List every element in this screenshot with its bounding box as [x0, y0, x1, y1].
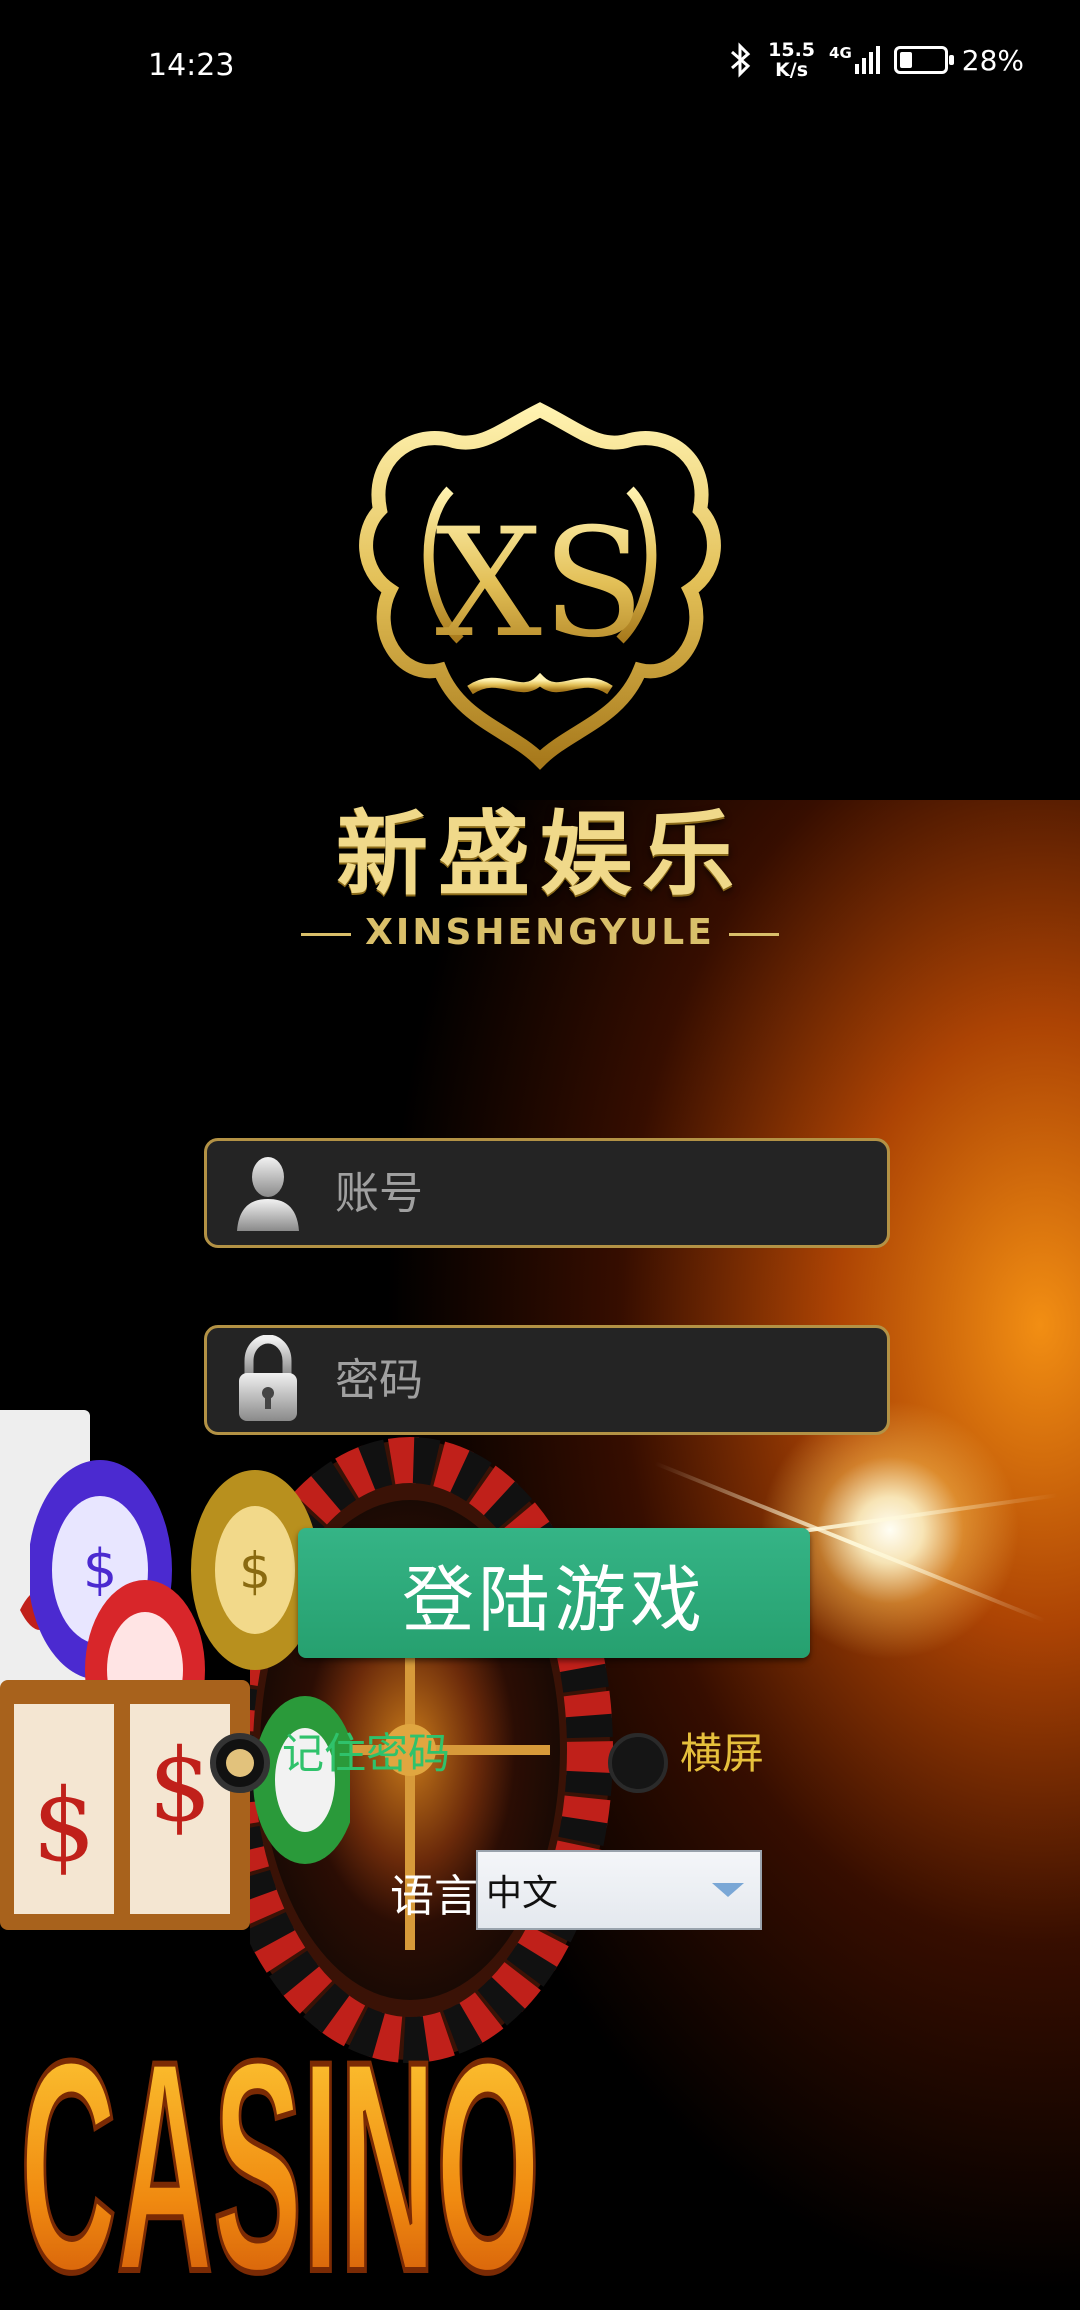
network-speed: 15.5 K/s: [768, 40, 815, 80]
battery-icon: [893, 46, 954, 74]
account-input[interactable]: [333, 1166, 857, 1220]
remember-password-radio[interactable]: [210, 1733, 270, 1793]
status-bar: 14:23 15.5 K/s 4G 28%: [0, 0, 1080, 130]
user-icon: [223, 1148, 313, 1238]
subtitle-dash-left: [301, 932, 352, 936]
chevron-down-icon: [712, 1883, 744, 1897]
brand-subtitle: XINSHENGYULE: [0, 912, 1080, 953]
language-select[interactable]: 中文: [476, 1850, 762, 1930]
status-time: 14:23: [148, 48, 235, 83]
slot-reels-image: $ $: [0, 1680, 250, 1930]
svg-text:$: $: [32, 1767, 96, 1884]
brand-name-en: XINSHENGYULE: [365, 912, 715, 953]
brand-name: 新盛娱乐: [335, 801, 744, 908]
svg-text:$: $: [83, 1538, 117, 1601]
status-indicators: 15.5 K/s 4G 28%: [728, 40, 1024, 80]
battery-percent: 28%: [961, 43, 1024, 77]
svg-text:$: $: [239, 1542, 271, 1600]
subtitle-dash-right: [728, 932, 779, 936]
network-speed-value: 15.5: [768, 39, 816, 61]
language-value: 中文: [486, 1873, 559, 1914]
lock-icon: [223, 1335, 313, 1425]
password-input[interactable]: [333, 1353, 857, 1407]
logo-monogram: XS: [435, 497, 645, 671]
landscape-radio[interactable]: [608, 1733, 668, 1793]
battery-level: [899, 52, 912, 68]
login-game-button[interactable]: 登陆游戏: [298, 1528, 810, 1658]
landscape-label[interactable]: 横屏: [680, 1720, 764, 1781]
cellular-signal-icon: 4G: [829, 46, 880, 74]
language-label: 语言: [390, 1871, 478, 1922]
casino-sign-image: CASINO: [17, 1995, 543, 2310]
network-type: 4G: [829, 44, 852, 62]
password-field[interactable]: [204, 1325, 890, 1435]
bluetooth-icon: [731, 42, 751, 78]
svg-text:$: $: [148, 1727, 212, 1844]
remember-password-label[interactable]: 记住密码: [282, 1720, 450, 1781]
casino-sign-text: CASINO: [20, 1998, 540, 2310]
account-field[interactable]: [204, 1138, 890, 1248]
brand-logo-emblem: XS: [359, 402, 721, 770]
network-speed-unit: K/s: [775, 59, 809, 81]
